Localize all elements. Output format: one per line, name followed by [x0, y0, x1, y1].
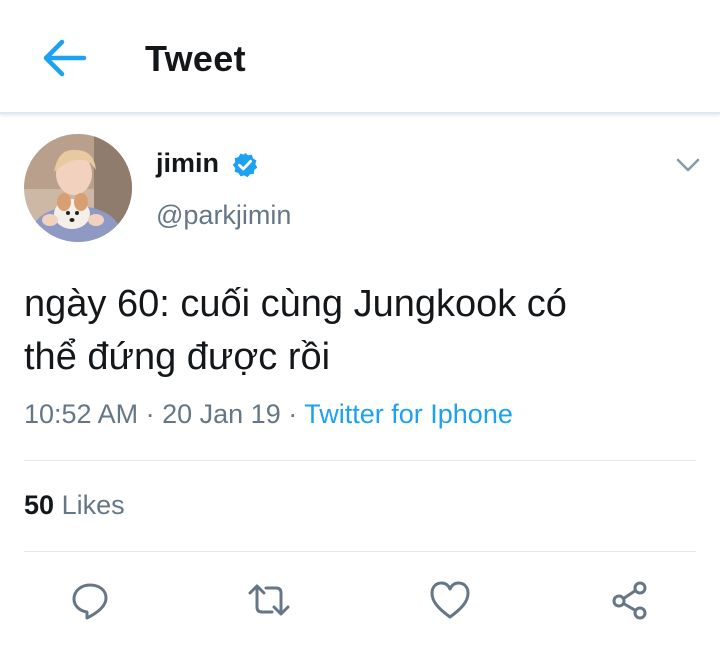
likes-count: 50 — [24, 490, 55, 520]
author-name[interactable]: jimin — [156, 148, 219, 179]
avatar[interactable] — [24, 134, 132, 242]
meta-separator: · — [145, 399, 155, 429]
top-bar: Tweet — [0, 0, 720, 114]
heart-icon — [430, 581, 470, 619]
like-button[interactable] — [428, 578, 472, 622]
likes-label: Likes — [61, 490, 125, 520]
verified-badge-icon — [232, 152, 258, 178]
tweet-date: 20 Jan 19 — [162, 399, 281, 429]
reply-icon — [72, 583, 108, 620]
tweet-text-line-2: thể đứng được rồi — [24, 336, 331, 378]
likes-summary[interactable]: 50 Likes — [24, 490, 125, 521]
divider — [24, 460, 696, 461]
reply-button[interactable] — [68, 578, 112, 622]
retweet-button[interactable] — [247, 578, 291, 622]
retweet-icon — [248, 584, 290, 616]
tweet-metadata: 10:52 AM · 20 Jan 19 · Twitter for Iphon… — [24, 399, 513, 430]
author-handle[interactable]: @parkjimin — [156, 200, 291, 231]
tweet-text: ngày 60: cuối cùng Jungkook có thể đứng đ… — [24, 278, 704, 384]
share-icon — [612, 581, 647, 620]
back-button[interactable] — [36, 36, 92, 80]
page-title: Tweet — [145, 38, 246, 79]
meta-separator: · — [288, 399, 298, 429]
tweet-source-link[interactable]: Twitter for Iphone — [304, 399, 513, 429]
chevron-down-icon[interactable] — [674, 154, 702, 176]
arrow-left-icon — [43, 39, 87, 77]
share-button[interactable] — [608, 578, 652, 622]
tweet-text-line-1: ngày 60: cuối cùng Jungkook có — [24, 283, 567, 325]
divider — [24, 551, 696, 552]
tweet-time: 10:52 AM — [24, 399, 139, 429]
